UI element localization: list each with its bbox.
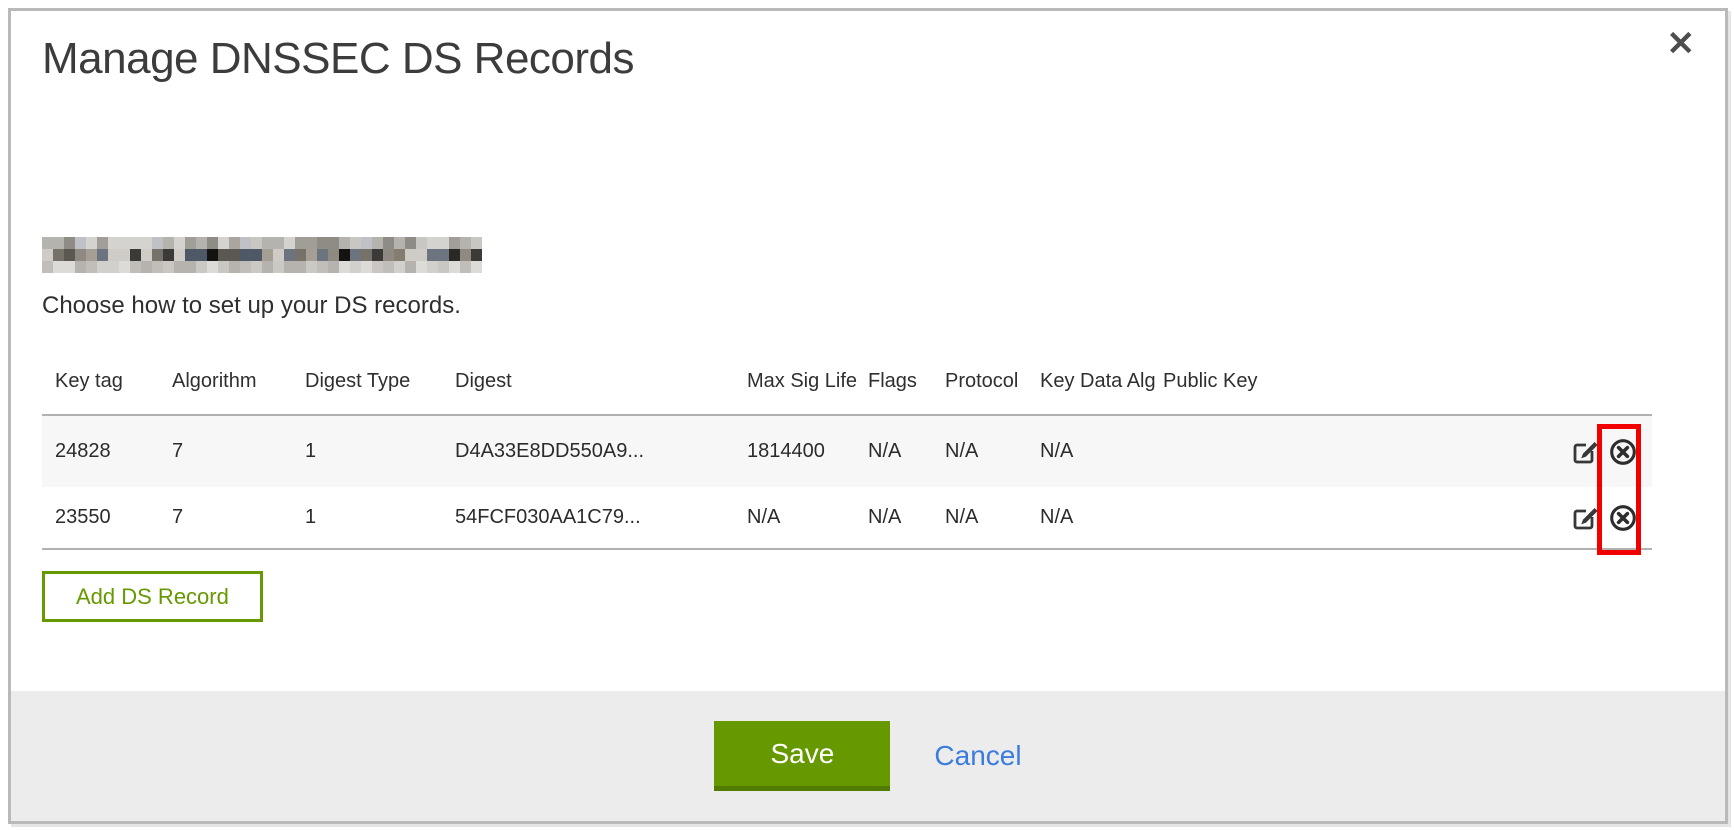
table-cell: N/A	[945, 415, 1040, 487]
table-header-row: Key tag Algorithm Digest Type Digest Max…	[42, 338, 1652, 415]
table-cell: 1	[305, 487, 455, 549]
ds-records-table-wrap: Key tag Algorithm Digest Type Digest Max…	[42, 338, 1652, 550]
col-actions	[1562, 338, 1652, 415]
col-public-key: Public Key	[1163, 338, 1562, 415]
table-cell: N/A	[868, 487, 945, 549]
table-cell: 23550	[42, 487, 172, 549]
col-digest: Digest	[455, 338, 747, 415]
col-protocol: Protocol	[945, 338, 1040, 415]
col-flags: Flags	[868, 338, 945, 415]
table-cell: N/A	[1040, 487, 1163, 549]
table-row: 235507154FCF030AA1C79...N/AN/AN/AN/A	[42, 487, 1652, 549]
page-title: Manage DNSSEC DS Records	[42, 33, 1694, 85]
edit-record-icon[interactable]	[1570, 437, 1600, 467]
table-row: 2482871D4A33E8DD550A9...1814400N/AN/AN/A	[42, 415, 1652, 487]
col-max-sig-life: Max Sig Life	[747, 338, 868, 415]
ds-records-tbody: 2482871D4A33E8DD550A9...1814400N/AN/AN/A…	[42, 415, 1652, 549]
instruction-text: Choose how to set up your DS records.	[42, 292, 1694, 320]
cancel-link[interactable]: Cancel	[934, 740, 1021, 772]
delete-record-icon[interactable]	[1608, 437, 1638, 467]
table-cell: N/A	[1040, 415, 1163, 487]
table-cell: N/A	[747, 487, 868, 549]
table-cell: 1814400	[747, 415, 868, 487]
table-cell: N/A	[945, 487, 1040, 549]
footer-bar: Save Cancel	[11, 691, 1725, 821]
row-actions	[1562, 415, 1652, 487]
dnssec-modal: ✕ Manage DNSSEC DS Records Choose how to…	[8, 8, 1728, 824]
table-cell: N/A	[868, 415, 945, 487]
edit-record-icon[interactable]	[1570, 503, 1600, 533]
delete-record-icon[interactable]	[1608, 503, 1638, 533]
table-cell: 24828	[42, 415, 172, 487]
col-algorithm: Algorithm	[172, 338, 305, 415]
row-actions	[1562, 487, 1652, 549]
col-key-data-alg: Key Data Alg	[1040, 338, 1163, 415]
domain-name-redacted	[42, 237, 482, 273]
col-key-tag: Key tag	[42, 338, 172, 415]
add-ds-record-button[interactable]: Add DS Record	[42, 571, 263, 622]
save-button[interactable]: Save	[714, 721, 890, 791]
table-cell	[1163, 415, 1562, 487]
col-digest-type: Digest Type	[305, 338, 455, 415]
table-cell: 7	[172, 415, 305, 487]
table-cell: 54FCF030AA1C79...	[455, 487, 747, 549]
ds-records-table: Key tag Algorithm Digest Type Digest Max…	[42, 338, 1652, 550]
table-cell: D4A33E8DD550A9...	[455, 415, 747, 487]
table-cell	[1163, 487, 1562, 549]
table-cell: 1	[305, 415, 455, 487]
table-cell: 7	[172, 487, 305, 549]
